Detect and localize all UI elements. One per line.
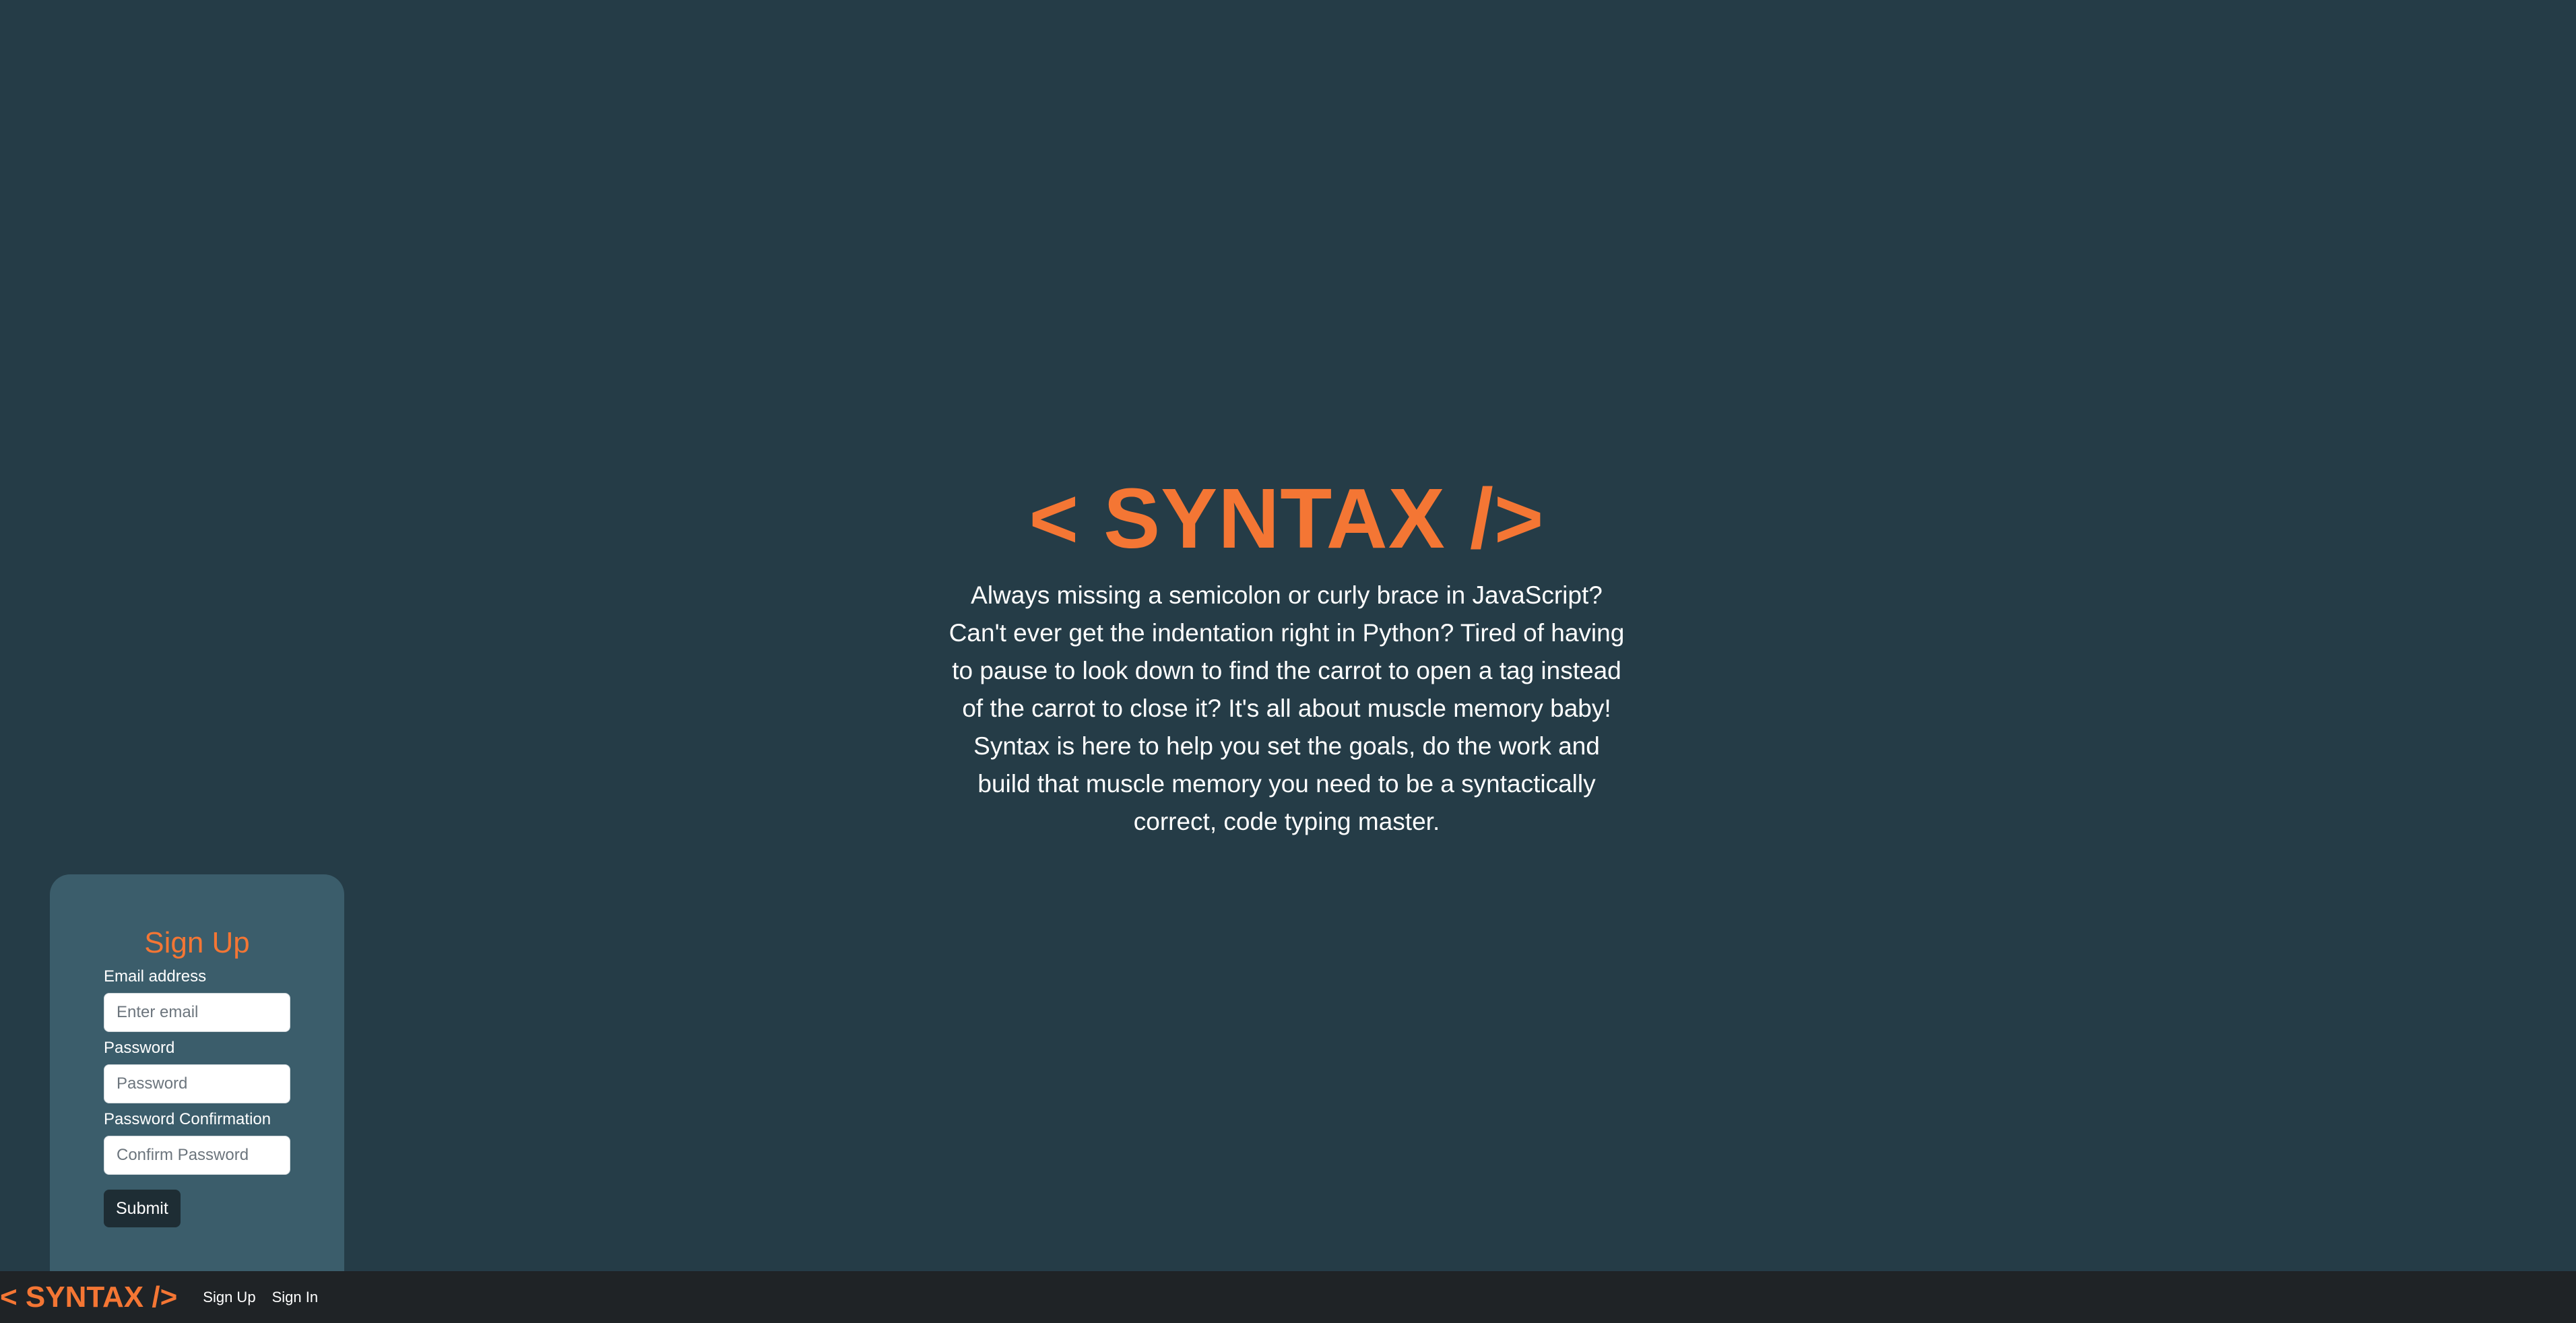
signup-form: Sign Up Email address Password Password … xyxy=(50,874,344,1272)
submit-button[interactable]: Submit xyxy=(104,1190,181,1227)
hero-section: < SYNTAX /> Always missing a semicolon o… xyxy=(943,465,1630,841)
password-confirmation-label: Password Confirmation xyxy=(104,1110,271,1128)
bottom-navbar: < SYNTAX /> Sign Up Sign In xyxy=(0,1271,2576,1323)
navbar-brand-logo[interactable]: < SYNTAX /> xyxy=(0,1281,177,1314)
email-label: Email address xyxy=(104,967,207,986)
signup-title: Sign Up xyxy=(144,926,250,959)
password-input[interactable] xyxy=(104,1064,290,1103)
password-label: Password xyxy=(104,1039,175,1057)
password-confirmation-input[interactable] xyxy=(104,1136,290,1175)
hero-title: < SYNTAX /> xyxy=(1029,471,1545,566)
nav-link-sign-in[interactable]: Sign In xyxy=(272,1289,319,1306)
nav-link-sign-up[interactable]: Sign Up xyxy=(203,1289,255,1306)
hero-description: Always missing a semicolon or curly brac… xyxy=(948,581,1625,835)
email-input[interactable] xyxy=(104,993,290,1032)
